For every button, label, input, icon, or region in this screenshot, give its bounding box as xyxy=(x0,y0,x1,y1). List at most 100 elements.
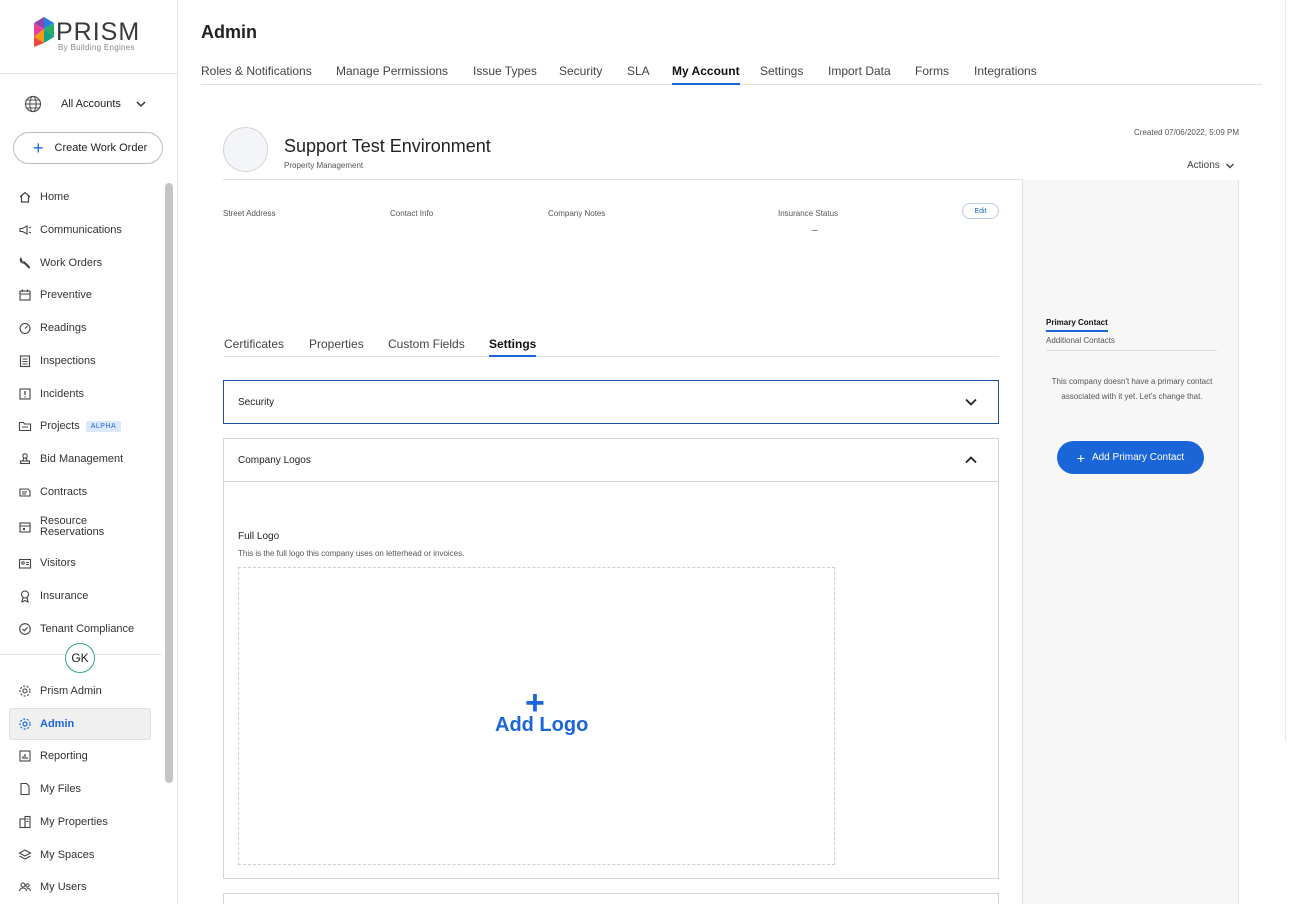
security-accordion-title: Security xyxy=(238,396,275,408)
company-type: Property Management xyxy=(284,161,364,170)
company-logos-title: Company Logos xyxy=(238,454,311,466)
nav-item-label: Inspections xyxy=(40,355,96,367)
gear-icon xyxy=(19,718,31,730)
street-address-label: Street Address xyxy=(223,209,276,218)
nav-item-projects[interactable]: Projects ALPHA xyxy=(18,419,122,433)
nav-item-my-files[interactable]: My Files xyxy=(18,782,81,796)
nav-item-prism-admin[interactable]: Prism Admin xyxy=(18,684,102,698)
ribbon-icon xyxy=(20,590,30,603)
tab-forms[interactable]: Forms xyxy=(915,64,949,83)
checklist-icon xyxy=(19,355,31,368)
user-avatar[interactable]: GK xyxy=(65,643,95,673)
nav-item-reporting[interactable]: Reporting xyxy=(18,749,88,763)
nav-item-home[interactable]: Home xyxy=(18,190,69,204)
tab-sla[interactable]: SLA xyxy=(627,64,650,83)
tab-roles-notifications[interactable]: Roles & Notifications xyxy=(201,64,312,83)
header-divider xyxy=(223,179,1023,180)
tab-import-data[interactable]: Import Data xyxy=(828,64,891,83)
nav-item-contracts[interactable]: Contracts xyxy=(18,485,87,499)
nav-item-label: Projects xyxy=(40,420,80,432)
nav-item-incidents[interactable]: Incidents xyxy=(18,387,84,401)
company-avatar[interactable] xyxy=(223,127,268,172)
nav-item-label: Home xyxy=(40,191,70,203)
nav-item-preventive[interactable]: Preventive xyxy=(18,288,92,302)
layers-icon xyxy=(18,849,32,860)
company-logos-accordion: Company Logos Full Logo This is the full… xyxy=(223,438,999,879)
nav-item-resource-reservations[interactable]: Resource Reservations xyxy=(18,516,120,538)
tab-additional-contacts[interactable]: Additional Contacts xyxy=(1046,336,1115,345)
insurance-status-value: – xyxy=(812,225,818,236)
nav-item-work-orders[interactable]: Work Orders xyxy=(18,256,102,270)
tab-security[interactable]: Security xyxy=(559,64,602,83)
nav-item-my-users[interactable]: My Users xyxy=(18,880,86,894)
folder-icon xyxy=(18,421,32,432)
create-work-order-button[interactable]: + Create Work Order xyxy=(13,132,163,164)
nav-item-label: Tenant Compliance xyxy=(40,623,135,635)
subtab-properties[interactable]: Properties xyxy=(309,337,364,355)
full-logo-description: This is the full logo this company uses … xyxy=(238,549,465,558)
nav-item-tenant-compliance[interactable]: Tenant Compliance xyxy=(18,622,134,636)
nav-item-my-spaces[interactable]: My Spaces xyxy=(18,848,94,862)
calendar-check-icon xyxy=(19,522,31,533)
tab-my-account[interactable]: My Account xyxy=(672,64,740,85)
calendar-icon xyxy=(19,289,31,301)
chevron-down-icon xyxy=(136,101,146,108)
tab-settings[interactable]: Settings xyxy=(760,64,803,83)
security-accordion[interactable]: Security xyxy=(223,380,999,424)
users-icon xyxy=(18,882,31,892)
contacts-tab-divider xyxy=(1046,350,1217,351)
chevron-down-icon xyxy=(1225,163,1234,168)
nav-item-inspections[interactable]: Inspections xyxy=(18,354,96,368)
brand-tagline: By Building Engines xyxy=(58,43,135,52)
tab-manage-permissions[interactable]: Manage Permissions xyxy=(336,64,448,83)
nav-item-insurance[interactable]: Insurance xyxy=(18,589,88,603)
alpha-badge: ALPHA xyxy=(85,420,122,432)
nav-item-my-properties[interactable]: My Properties xyxy=(18,815,108,829)
actions-menu[interactable]: Actions xyxy=(1187,160,1235,171)
next-accordion[interactable] xyxy=(223,893,999,904)
nav-item-label: My Files xyxy=(40,783,81,795)
plus-icon: + xyxy=(33,138,44,158)
nav-item-visitors[interactable]: Visitors xyxy=(18,556,76,570)
nav-item-label: Contracts xyxy=(40,486,88,498)
edit-button[interactable]: Edit xyxy=(962,203,999,219)
nav-item-label: Preventive xyxy=(40,289,92,301)
subtab-settings[interactable]: Settings xyxy=(489,337,537,357)
globe-icon xyxy=(24,95,42,113)
prism-logo[interactable]: PRISM By Building Engines xyxy=(34,16,154,56)
tab-integrations[interactable]: Integrations xyxy=(974,64,1037,83)
nav-item-label: Incidents xyxy=(40,388,85,400)
nav-item-bid-management[interactable]: Bid Management xyxy=(18,452,123,466)
nav-item-label: Readings xyxy=(40,322,87,334)
window-scrollbar[interactable] xyxy=(1285,0,1291,742)
nav-item-admin[interactable]: Admin xyxy=(18,717,74,731)
bar-chart-icon xyxy=(19,750,31,762)
subtab-custom-fields[interactable]: Custom Fields xyxy=(388,337,465,355)
sidebar-scrollbar[interactable] xyxy=(165,183,173,783)
add-logo-label: Add Logo xyxy=(495,714,589,736)
full-logo-dropzone[interactable]: + Add Logo xyxy=(238,567,835,865)
stamp-icon xyxy=(19,453,31,465)
contract-icon xyxy=(19,488,31,497)
nav-item-readings[interactable]: Readings xyxy=(18,321,86,335)
company-notes-label: Company Notes xyxy=(548,209,606,218)
subtab-certificates[interactable]: Certificates xyxy=(224,337,284,355)
nav-item-label: Bid Management xyxy=(40,453,124,465)
account-switcher[interactable]: All Accounts xyxy=(24,92,154,116)
create-work-order-label: Create Work Order xyxy=(54,142,148,154)
insurance-status-label: Insurance Status xyxy=(778,209,839,218)
nav-item-label: Prism Admin xyxy=(40,685,102,697)
home-icon xyxy=(19,191,31,203)
tab-primary-contact[interactable]: Primary Contact xyxy=(1046,318,1108,332)
verified-icon xyxy=(19,623,31,635)
tab-issue-types[interactable]: Issue Types xyxy=(473,64,537,83)
add-primary-contact-button[interactable]: + Add Primary Contact xyxy=(1057,441,1204,474)
chevron-down-icon xyxy=(965,398,977,406)
nav-item-label: Admin xyxy=(40,718,75,730)
account-switcher-label: All Accounts xyxy=(61,98,121,110)
company-logos-header[interactable]: Company Logos xyxy=(224,439,998,482)
empty-contact-message: This company doesn't have a primary cont… xyxy=(1051,377,1213,401)
nav-item-communications[interactable]: Communications xyxy=(18,223,122,237)
megaphone-icon xyxy=(19,225,32,235)
chevron-up-icon xyxy=(965,456,977,464)
